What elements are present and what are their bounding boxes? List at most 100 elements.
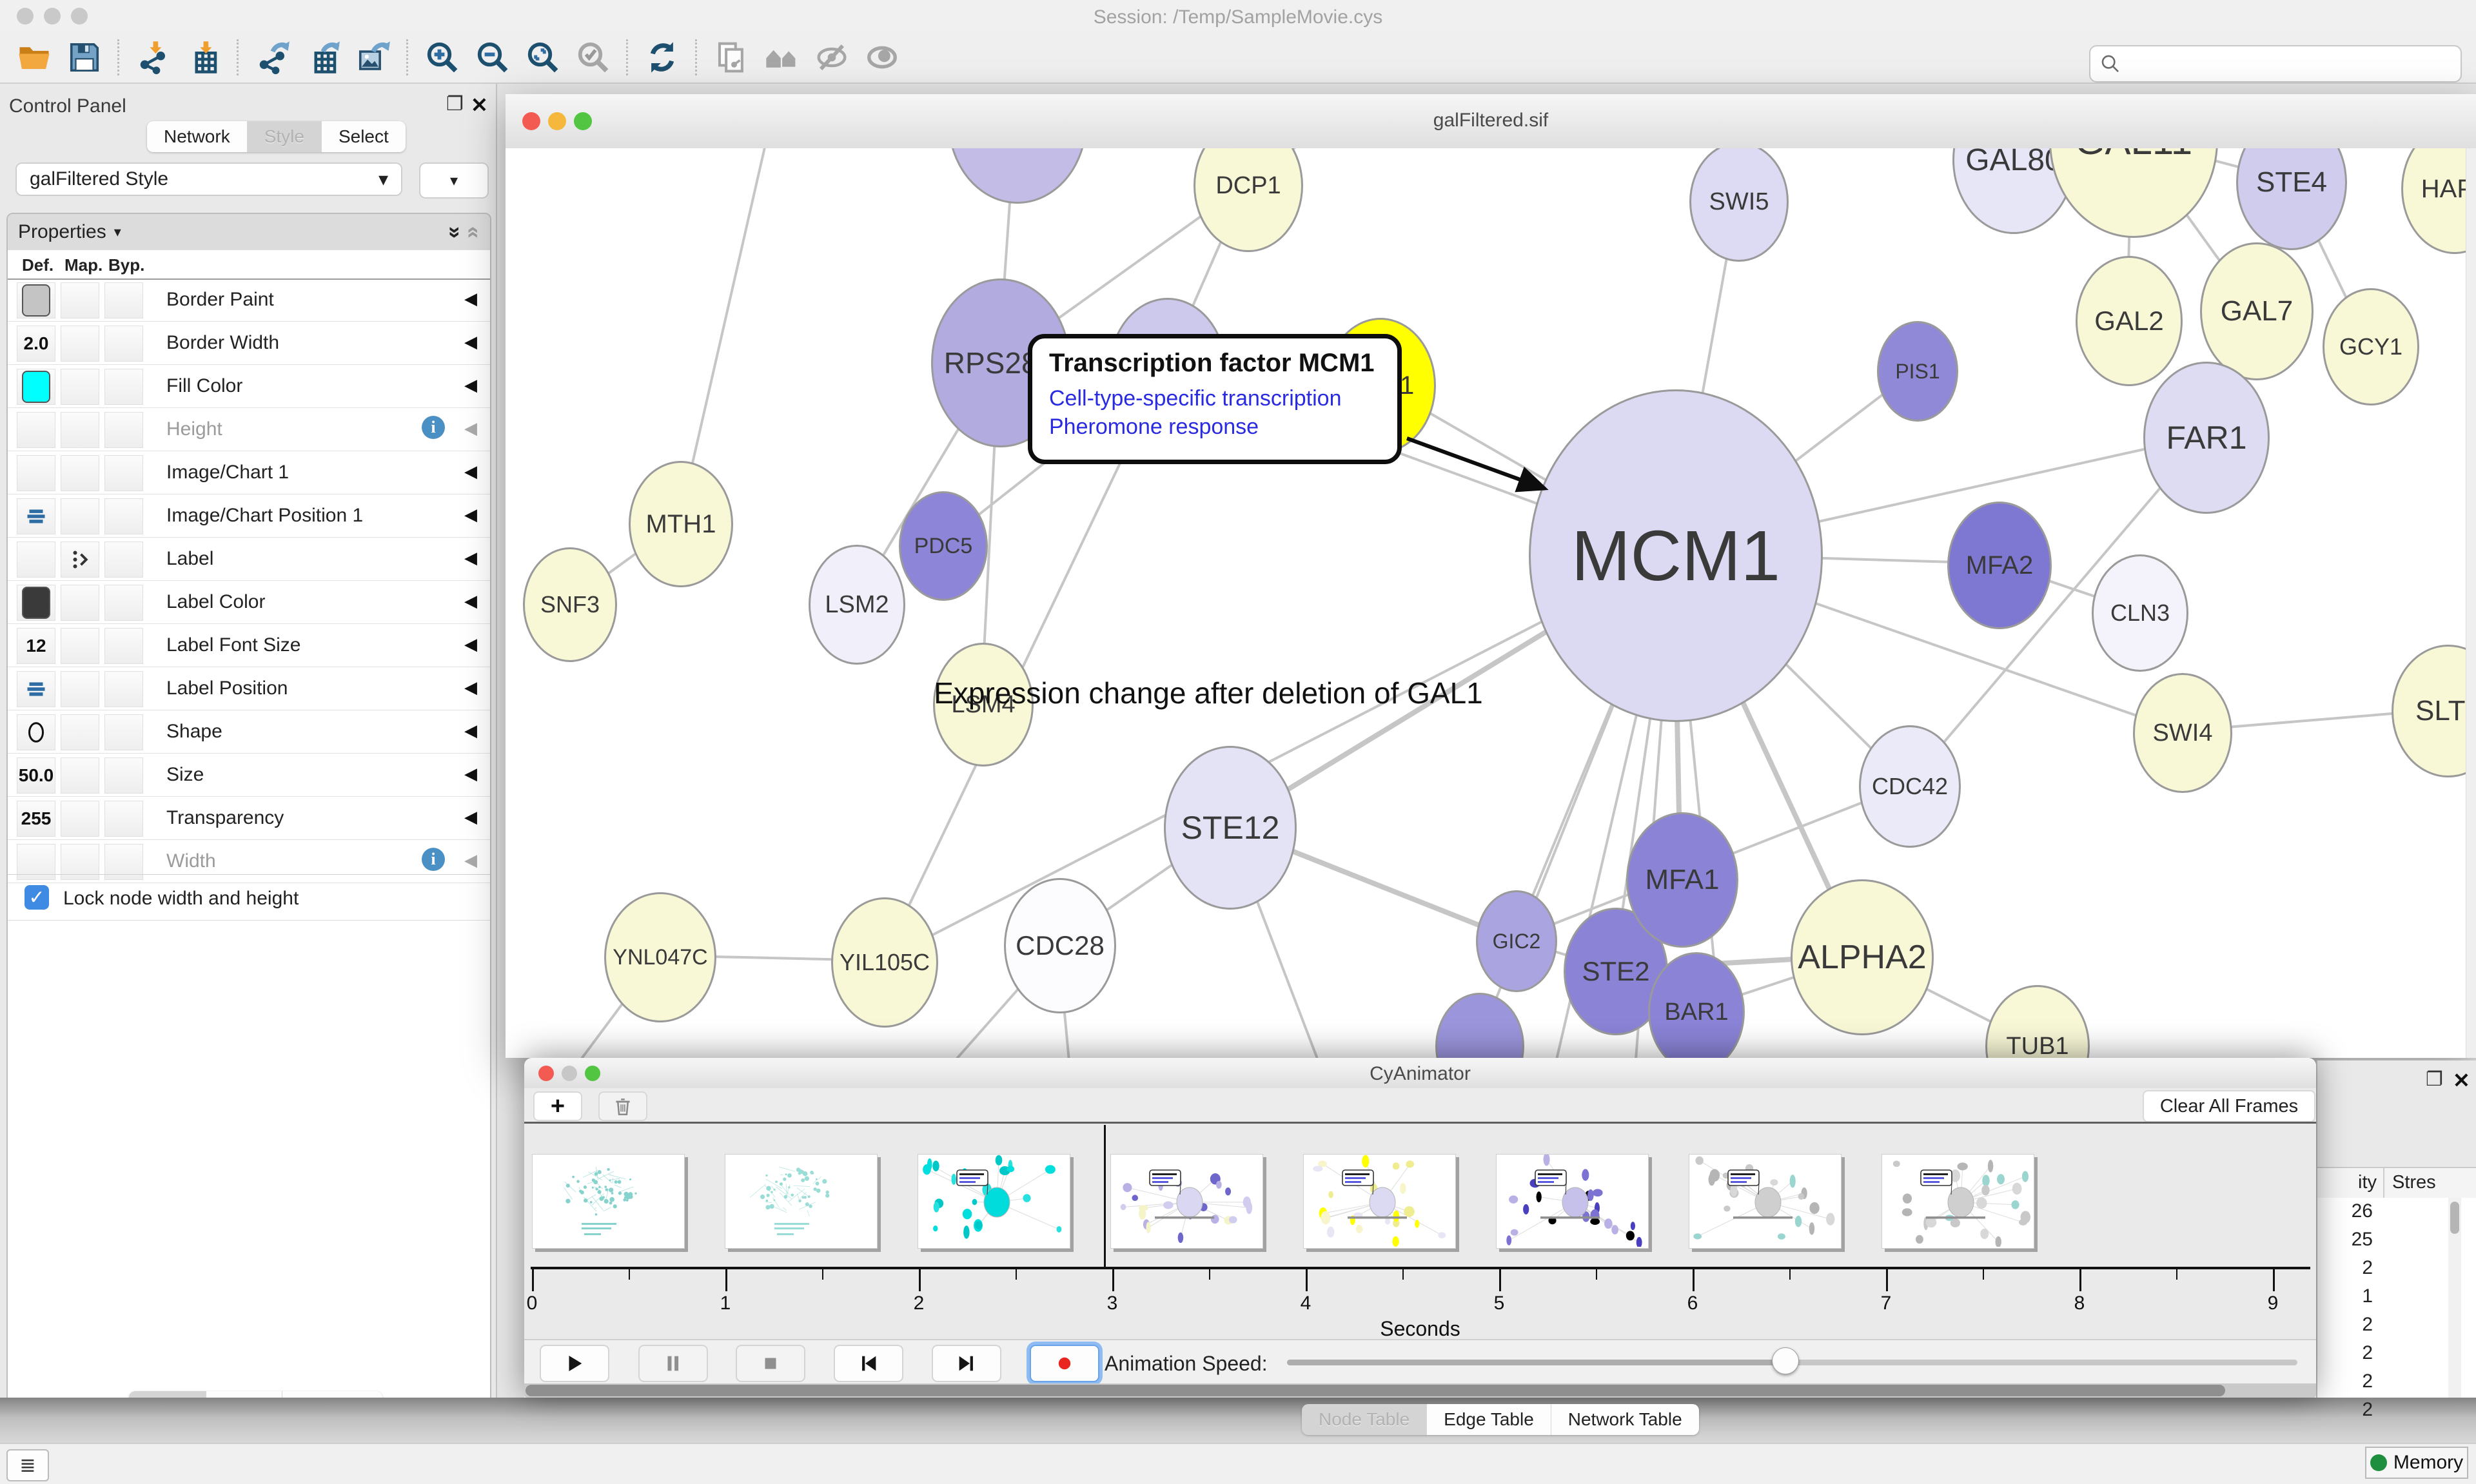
network-node-far1[interactable]: FAR1	[2143, 362, 2270, 514]
default-value-cell[interactable]	[17, 585, 55, 621]
export-network-icon[interactable]	[248, 37, 298, 78]
default-value-cell[interactable]: 50.0	[17, 757, 55, 794]
network-node-cdc42[interactable]: CDC42	[1859, 725, 1961, 848]
expand-row-icon[interactable]: ◀	[464, 678, 477, 698]
expand-row-icon[interactable]: ◀	[464, 591, 477, 611]
default-value-cell[interactable]	[17, 714, 55, 750]
network-node-alpha2[interactable]: ALPHA2	[1791, 879, 1934, 1035]
table-cell-value[interactable]: 26	[2317, 1200, 2373, 1229]
table-cell-value[interactable]: 2	[2317, 1371, 2373, 1399]
property-row-label[interactable]: Label◀	[8, 538, 490, 581]
tab-select[interactable]: Select	[322, 121, 406, 152]
property-row-fill-color[interactable]: Fill Color◀	[8, 365, 490, 408]
frame-thumbnail-4s[interactable]	[1303, 1154, 1456, 1249]
annotation-link[interactable]: Pheromone response	[1049, 413, 1380, 441]
network-node-cdc28[interactable]: CDC28	[1004, 878, 1116, 1013]
clear-all-frames-button[interactable]: Clear All Frames	[2143, 1090, 2315, 1122]
frame-thumbnail-3s[interactable]	[1110, 1154, 1263, 1249]
mapping-value-cell[interactable]	[61, 326, 99, 362]
refresh-icon[interactable]	[637, 37, 687, 78]
expand-row-icon[interactable]: ◀	[464, 721, 477, 741]
next-frame-button[interactable]	[932, 1345, 1001, 1382]
frame-thumbnail-0s[interactable]	[532, 1154, 685, 1249]
bypass-value-cell[interactable]	[104, 542, 143, 578]
mapping-value-cell[interactable]	[61, 628, 99, 664]
mapping-value-cell[interactable]	[61, 714, 99, 750]
bypass-value-cell[interactable]	[104, 757, 143, 794]
table-cell-value[interactable]: 2	[2317, 1399, 2373, 1427]
bypass-value-cell[interactable]	[104, 282, 143, 318]
default-value-cell[interactable]: 12	[17, 628, 55, 664]
mapping-value-cell[interactable]	[61, 498, 99, 534]
bypass-value-cell[interactable]	[104, 455, 143, 491]
expand-row-icon[interactable]: ◀	[464, 548, 477, 568]
network-node-ste12[interactable]: STE12	[1164, 746, 1297, 910]
network-node-mfa2[interactable]: MFA2	[1947, 502, 2052, 629]
property-row-size[interactable]: 50.0Size◀	[8, 754, 490, 797]
network-node-mth1[interactable]: MTH1	[629, 461, 733, 587]
table-cell-value[interactable]: 2	[2317, 1314, 2373, 1342]
property-row-border-paint[interactable]: Border Paint◀	[8, 278, 490, 322]
annotation-link[interactable]: Cell-type-specific transcription	[1049, 384, 1380, 413]
network-window-titlebar[interactable]: galFiltered.sif	[506, 94, 2476, 150]
float-panel-icon[interactable]: ❐	[2426, 1068, 2443, 1091]
mapping-value-cell[interactable]	[61, 542, 99, 578]
network-node-gal7[interactable]: GAL7	[2200, 242, 2314, 380]
mapping-value-cell[interactable]	[61, 412, 99, 448]
network-node-yil105c[interactable]: YIL105C	[831, 897, 938, 1028]
pause-button[interactable]	[638, 1345, 708, 1382]
expand-row-icon[interactable]: ◀	[464, 634, 477, 654]
expand-row-icon[interactable]: ◀	[464, 850, 477, 870]
tab-edge-table[interactable]: Edge Table	[1427, 1404, 1551, 1435]
network-node-mfa1[interactable]: MFA1	[1626, 812, 1738, 948]
lock-size-checkbox[interactable]: ✓	[25, 885, 49, 910]
previous-frame-button[interactable]	[834, 1345, 903, 1382]
property-row-transparency[interactable]: 255Transparency◀	[8, 797, 490, 840]
mapping-value-cell[interactable]	[61, 671, 99, 707]
close-panel-icon[interactable]: ✕	[2453, 1068, 2470, 1093]
bypass-value-cell[interactable]	[104, 801, 143, 837]
network-node-ynl047c[interactable]: YNL047C	[604, 892, 716, 1022]
mapping-value-cell[interactable]	[61, 585, 99, 621]
bypass-value-cell[interactable]	[104, 412, 143, 448]
tab-network-table[interactable]: Network Table	[1551, 1404, 1699, 1435]
network-vertical-scrollbar[interactable]	[2466, 148, 2476, 1058]
expand-row-icon[interactable]: ◀	[464, 807, 477, 827]
expand-row-icon[interactable]: ◀	[464, 764, 477, 784]
network-node-cln3[interactable]: CLN3	[2092, 554, 2188, 672]
cyanimator-titlebar[interactable]: CyAnimator	[524, 1058, 2316, 1089]
zoom-selected-icon[interactable]	[568, 37, 618, 78]
property-row-image-chart-1[interactable]: Image/Chart 1◀	[8, 451, 490, 494]
delete-frame-button[interactable]	[598, 1091, 647, 1121]
default-value-cell[interactable]	[17, 369, 55, 405]
bypass-value-cell[interactable]	[104, 714, 143, 750]
zoom-out-icon[interactable]	[467, 37, 518, 78]
expand-row-icon[interactable]: ◀	[464, 418, 477, 438]
add-frame-button[interactable]: +	[533, 1091, 582, 1121]
property-row-label-font-size[interactable]: 12Label Font Size◀	[8, 624, 490, 667]
mapping-value-cell[interactable]	[61, 757, 99, 794]
network-canvas[interactable]: DCP1RPS28ADMC1PCK1SWI5GAL80GAL11STE4HAP2…	[506, 148, 2476, 1058]
frame-thumbnail-7s[interactable]	[1882, 1154, 2034, 1249]
expand-row-icon[interactable]: ◀	[464, 462, 477, 482]
float-panel-icon[interactable]: ❐	[446, 93, 464, 115]
search-box[interactable]	[2089, 45, 2462, 83]
network-node-gic2[interactable]: GIC2	[1476, 890, 1557, 992]
tab-network[interactable]: Network	[147, 121, 248, 152]
status-menu-button[interactable]: ≣	[6, 1449, 49, 1481]
property-row-label-color[interactable]: Label Color◀	[8, 581, 490, 624]
zoom-in-icon[interactable]	[417, 37, 467, 78]
info-icon[interactable]: i	[422, 416, 445, 439]
default-value-cell[interactable]	[17, 282, 55, 318]
frame-thumbnail-1s[interactable]	[725, 1154, 878, 1249]
bypass-value-cell[interactable]	[104, 369, 143, 405]
property-row-label-position[interactable]: Label Position◀	[8, 667, 490, 710]
expand-row-icon[interactable]: ◀	[464, 505, 477, 525]
timeline-playhead[interactable]	[1104, 1125, 1106, 1267]
bypass-value-cell[interactable]	[104, 326, 143, 362]
bypass-value-cell[interactable]	[104, 585, 143, 621]
table-cell-value[interactable]: 25	[2317, 1229, 2373, 1257]
frame-thumbnail-2s[interactable]	[918, 1154, 1070, 1249]
zoom-fit-icon[interactable]	[518, 37, 568, 78]
expand-row-icon[interactable]: ◀	[464, 375, 477, 395]
